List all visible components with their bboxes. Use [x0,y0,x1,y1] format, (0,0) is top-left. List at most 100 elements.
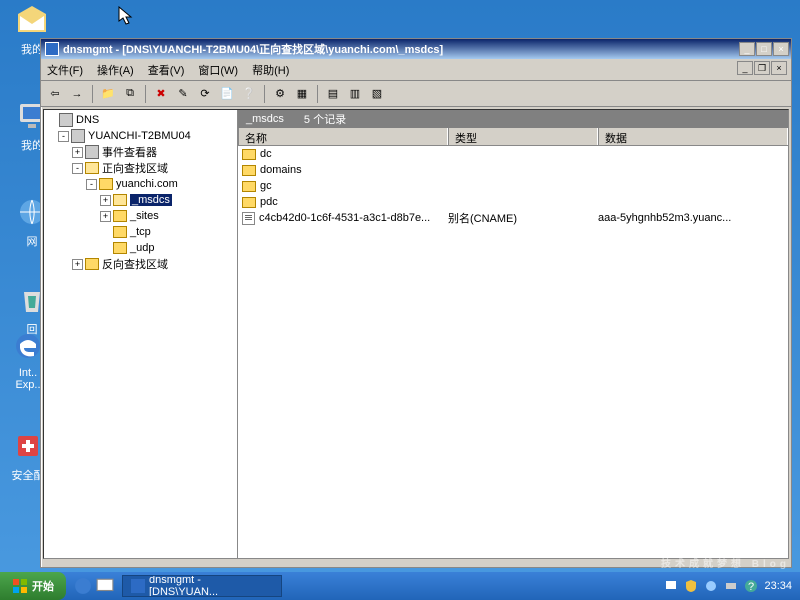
mdi-close-button[interactable]: × [771,61,787,75]
tool-button[interactable]: ▤ [323,84,343,104]
expand-icon[interactable]: + [100,195,111,206]
app-icon [45,42,59,56]
column-data[interactable]: 数据 [598,128,788,145]
expand-icon[interactable]: + [72,259,83,270]
tree-label-selected: _msdcs [130,194,172,206]
properties-button[interactable]: ✎ [173,84,193,104]
start-button[interactable]: 开始 [0,572,66,600]
tree-pane[interactable]: DNS - YUANCHI-T2BMU04 + 事件查看器 -正向查找区域 - yua… [44,110,238,558]
server-icon [71,129,85,143]
tree-udp[interactable]: _udp [46,240,235,256]
tree-label: 反向查找区域 [102,256,168,272]
tool-button[interactable]: ▦ [292,84,312,104]
tree-msdcs[interactable]: + _msdcs [46,192,235,208]
folder-icon [85,258,99,270]
clock[interactable]: 23:34 [764,580,792,592]
mdi-minimize-button[interactable]: _ [737,61,753,75]
tree-sites[interactable]: + _sites [46,208,235,224]
cell-name: domains [260,164,302,176]
list-row[interactable]: dc [238,146,788,162]
up-button[interactable]: 📁 [98,84,118,104]
list-row[interactable]: domains [238,162,788,178]
collapse-icon[interactable]: - [86,179,97,190]
title-bar[interactable]: dnsmgmt - [DNS\YUANCHI-T2BMU04\正向查找区域\yu… [41,39,791,59]
list-row[interactable]: gc [238,178,788,194]
folder-icon [113,210,127,222]
tray-volume-icon[interactable] [704,579,718,593]
toolbar-separator [317,85,318,103]
system-tray: ? 23:34 [664,579,800,593]
tree-root-dns[interactable]: DNS [46,112,235,128]
tray-network-icon[interactable] [664,579,678,593]
menu-help[interactable]: 帮助(H) [252,62,289,78]
back-button[interactable]: ⇦ [45,84,65,104]
path-folder: _msdcs [246,113,284,125]
folder-open-icon [113,194,127,206]
tray-help-icon[interactable]: ? [744,579,758,593]
dns-icon [59,113,73,127]
maximize-button[interactable]: □ [756,42,772,56]
menu-window[interactable]: 窗口(W) [198,62,238,78]
column-type[interactable]: 类型 [448,128,598,145]
list-row[interactable]: pdc [238,194,788,210]
help-button[interactable]: ❔ [239,84,259,104]
refresh-button[interactable]: ⟳ [195,84,215,104]
tree-label: 事件查看器 [102,144,157,160]
collapse-icon[interactable]: - [58,131,69,142]
mdi-restore-button[interactable]: ❐ [754,61,770,75]
cell-name: gc [260,180,272,192]
tree-tcp[interactable]: _tcp [46,224,235,240]
expand-icon[interactable]: + [100,211,111,222]
menu-view[interactable]: 查看(V) [148,62,185,78]
export-button[interactable]: 📄 [217,84,237,104]
cell-name: c4cb42d0-1c6f-4531-a3c1-d8b7e... [259,212,430,224]
taskbar: 开始 dnsmgmt - [DNS\YUAN... ? 23:34 [0,572,800,600]
toolbar: ⇦ → 📁 ⧉ ✖ ✎ ⟳ 📄 ❔ ⚙ ▦ ▤ ▥ ▧ [41,81,791,107]
tree-reverse-zones[interactable]: + 反向查找区域 [46,256,235,272]
content-area: DNS - YUANCHI-T2BMU04 + 事件查看器 -正向查找区域 - yua… [43,109,789,559]
windows-logo-icon [12,578,28,594]
expand-icon[interactable]: + [72,147,83,158]
folder-icon [242,149,256,160]
record-icon [242,212,255,225]
menu-file[interactable]: 文件(F) [47,62,83,78]
toolbar-separator [145,85,146,103]
folder-icon [113,242,127,254]
tree-eventviewer[interactable]: + 事件查看器 [46,144,235,160]
tool-button[interactable]: ▥ [345,84,365,104]
toolbar-separator [264,85,265,103]
tree-server[interactable]: - YUANCHI-T2BMU04 [46,128,235,144]
status-bar [41,561,791,567]
tool-button[interactable]: ▧ [367,84,387,104]
tree-label: _sites [130,210,159,222]
tree-label: yuanchi.com [116,178,178,190]
folder-icon [242,197,256,208]
close-button[interactable]: × [773,42,789,56]
list-row[interactable]: c4cb42d0-1c6f-4531-a3c1-d8b7e... 别名(CNAME… [238,210,788,226]
minimize-button[interactable]: _ [739,42,755,56]
ie-icon[interactable] [74,577,92,595]
taskbar-app-button[interactable]: dnsmgmt - [DNS\YUAN... [122,575,282,597]
folder-icon [113,226,127,238]
show-hide-tree-button[interactable]: ⧉ [120,84,140,104]
tree-label: YUANCHI-T2BMU04 [88,130,191,142]
folder-icon [242,165,256,176]
list-body[interactable]: dcdomainsgcpdcc4cb42d0-1c6f-4531-a3c1-d8… [238,146,788,558]
tree-forward-zones[interactable]: -正向查找区域 [46,160,235,176]
forward-button[interactable]: → [67,84,87,104]
tray-shield-icon[interactable] [684,579,698,593]
event-icon [85,145,99,159]
desktop-icon[interactable] [96,577,114,595]
tree-label: _udp [130,242,154,254]
svg-text:?: ? [748,581,754,593]
column-name[interactable]: 名称 [238,128,448,145]
menu-action[interactable]: 操作(A) [97,62,134,78]
tree-domain[interactable]: - yuanchi.com [46,176,235,192]
tool-button[interactable]: ⚙ [270,84,290,104]
list-pane: _msdcs 5 个记录 名称 类型 数据 dcdomainsgcpdcc4cb… [238,110,788,558]
cell-type: 别名(CNAME) [448,210,598,226]
folder-open-icon [85,162,99,174]
collapse-icon[interactable]: - [72,163,83,174]
delete-button[interactable]: ✖ [151,84,171,104]
tray-item-icon[interactable] [724,579,738,593]
